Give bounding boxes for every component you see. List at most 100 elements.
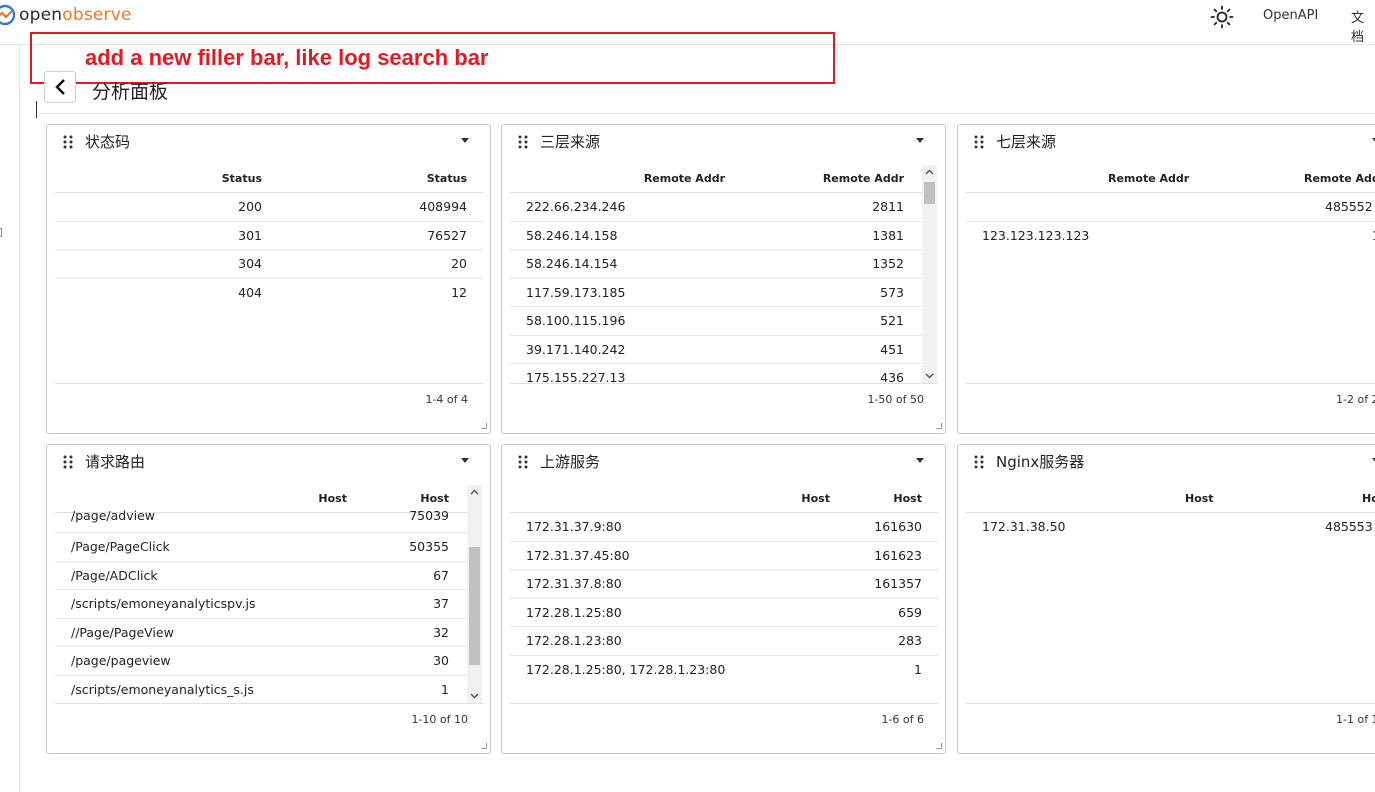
panel-request-route: 请求路由 Host Host /page/adview 75039 /Page/P… <box>46 444 491 754</box>
panel-title: 上游服务 <box>540 453 601 471</box>
page-title: 分析面板 <box>92 81 169 103</box>
column-header[interactable]: Remote Addr <box>1108 172 1189 185</box>
panel-menu-caret-icon[interactable] <box>916 458 924 463</box>
drag-handle-icon[interactable] <box>63 135 73 149</box>
drag-handle-icon[interactable] <box>974 455 984 469</box>
pagination-label: 1-10 of 10 <box>411 713 468 726</box>
panel-title: 状态码 <box>85 133 131 151</box>
panel-title: Nginx服务器 <box>996 453 1085 471</box>
resize-handle-icon[interactable] <box>481 423 487 429</box>
logo-text: openobserve <box>19 5 132 25</box>
table-row: 222.66.234.246 2811 <box>510 193 922 222</box>
table-row: 200 408994 <box>55 193 483 222</box>
back-button[interactable] <box>44 71 76 103</box>
table-scrollbar[interactable] <box>467 485 482 703</box>
table-row: 172.28.1.25:80, 172.28.1.23:80 1 <box>526 661 922 677</box>
column-header[interactable]: Host <box>1362 492 1375 505</box>
column-header[interactable]: Remote Addr <box>823 172 904 185</box>
panel-title: 三层来源 <box>540 133 601 151</box>
panel-menu-caret-icon[interactable] <box>461 458 469 463</box>
panel-l7-source: 七层来源 Remote Addr Remote Addr 485552 123.… <box>957 124 1375 434</box>
docs-link[interactable]: 文档 <box>1351 7 1375 45</box>
chevron-up-icon[interactable] <box>470 488 479 497</box>
table-row: 58.246.14.154 1352 <box>510 250 922 279</box>
table-row: /page/adview 75039 <box>55 508 467 533</box>
table-row: /scripts/emoneyanalyticspv.js 37 <box>55 590 467 619</box>
table-row: 172.31.37.8:80 161357 <box>510 570 938 599</box>
column-header[interactable]: Host <box>801 492 830 505</box>
sidebar-item-icon[interactable]: ▯ <box>0 225 3 238</box>
scrollbar-thumb[interactable] <box>924 182 935 204</box>
table-footer-divider <box>510 703 938 704</box>
sidebar-item-icon[interactable]: · <box>0 423 1 436</box>
data-table: Host Host 172.31.37.9:80 161630 172.31.37… <box>510 485 938 703</box>
panel-menu-caret-icon[interactable] <box>461 138 469 143</box>
data-table: Host Host 172.31.38.50485553 <box>966 485 1375 703</box>
chevron-down-icon[interactable] <box>925 371 934 380</box>
chevron-up-icon[interactable] <box>925 168 934 177</box>
table-row: 172.28.1.23:80 283 <box>510 627 938 656</box>
table-footer-divider <box>55 383 483 384</box>
column-header[interactable]: Host <box>893 492 922 505</box>
drag-handle-icon[interactable] <box>63 455 73 469</box>
drag-handle-icon[interactable] <box>518 455 528 469</box>
table-scrollbar[interactable] <box>922 165 937 383</box>
openapi-link[interactable]: OpenAPI <box>1263 8 1318 23</box>
pagination-label: 1-1 of 1 <box>1336 713 1375 726</box>
pagination-label: 1-50 of 50 <box>867 393 924 406</box>
sun-icon[interactable] <box>1210 5 1234 29</box>
table-header: Remote Addr Remote Addr <box>966 165 1375 193</box>
table-header: Remote Addr Remote Addr <box>510 165 922 193</box>
table-row: 172.31.37.9:80 161630 <box>510 513 938 542</box>
table-footer-divider <box>966 383 1375 384</box>
panel-status-code: 状态码 Status Status 200 408994 301 76527 304… <box>46 124 491 434</box>
logo-mark-icon <box>0 4 16 26</box>
column-header[interactable]: Host <box>1185 492 1214 505</box>
table-row: //Page/PageView 32 <box>55 619 467 647</box>
column-header[interactable]: Remote Addr <box>1304 172 1375 185</box>
header-divider <box>40 113 1375 114</box>
panel-menu-caret-icon[interactable] <box>916 138 924 143</box>
table-header: Host Host <box>510 485 938 513</box>
sidebar-item-icon[interactable]: · <box>0 85 1 98</box>
table-row: 301 76527 <box>55 222 483 250</box>
panel-title: 七层来源 <box>996 133 1057 151</box>
text-cursor <box>36 101 37 118</box>
table-row: 175.155.227.13 436 <box>510 364 922 383</box>
resize-handle-icon[interactable] <box>936 423 942 429</box>
openobserve-logo[interactable]: openobserve <box>0 3 132 27</box>
table-row: /scripts/emoneyanalytics_s.js 1 <box>55 676 467 704</box>
data-table: Host Host /page/adview 75039 /Page/PageCl… <box>55 485 467 703</box>
column-header[interactable]: Host <box>318 492 347 505</box>
table-row: 172.28.1.25:80 659 <box>510 599 938 627</box>
pagination-label: 1-6 of 6 <box>881 713 924 726</box>
table-row: 58.100.115.196 521 <box>510 307 922 336</box>
resize-handle-icon[interactable] <box>481 743 487 749</box>
data-table: Remote Addr Remote Addr 485552 123.123.1… <box>966 165 1375 383</box>
table-row: 485552 <box>966 193 1375 222</box>
table-row: 117.59.173.185 573 <box>510 279 922 307</box>
pagination-label: 1-4 of 4 <box>425 393 468 406</box>
table-row: 58.246.14.158 1381 <box>510 222 922 250</box>
pagination-label: 1-2 of 2 <box>1336 393 1375 406</box>
scrollbar-thumb[interactable] <box>469 547 480 665</box>
table-footer-divider <box>510 383 938 384</box>
column-header[interactable]: Host <box>420 492 449 505</box>
column-header[interactable]: Status <box>427 172 467 185</box>
column-header[interactable]: Remote Addr <box>644 172 725 185</box>
drag-handle-icon[interactable] <box>974 135 984 149</box>
table-footer-divider <box>55 703 483 704</box>
table-header: Status Status <box>55 165 483 193</box>
table-row: /Page/PageClick 50355 <box>55 533 467 562</box>
panel-l3-source: 三层来源 Remote Addr Remote Addr 222.66.234.… <box>501 124 946 434</box>
table-row: 404 12 <box>238 284 467 300</box>
column-header[interactable]: Status <box>222 172 262 185</box>
drag-handle-icon[interactable] <box>518 135 528 149</box>
chevron-left-icon <box>55 79 65 95</box>
table-row: 123.123.123.1231 <box>982 227 1375 243</box>
chevron-down-icon[interactable] <box>470 691 479 700</box>
resize-handle-icon[interactable] <box>936 743 942 749</box>
table-header: Host Host <box>966 485 1375 513</box>
table-row: /page/pageview 30 <box>55 647 467 676</box>
table-row: /Page/ADClick 67 <box>55 562 467 590</box>
